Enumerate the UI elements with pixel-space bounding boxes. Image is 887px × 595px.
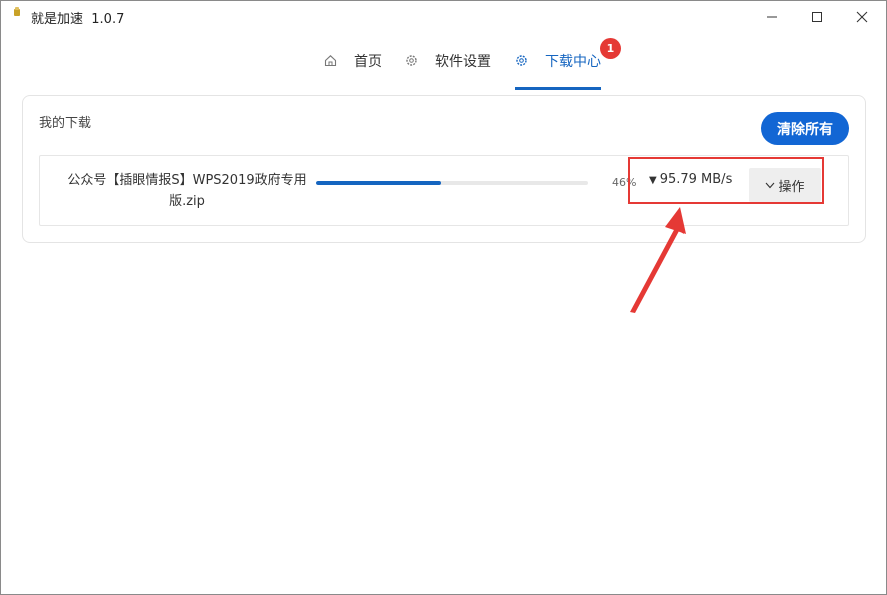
minimize-icon [767, 16, 777, 18]
tab-settings-label: 软件设置 [435, 54, 491, 70]
panel-title: 我的下载 [39, 116, 92, 131]
window-title: 就是加速 1.0.7 [31, 8, 124, 27]
app-icon [14, 7, 20, 16]
app-version: 1.0.7 [91, 12, 125, 27]
tab-home[interactable]: 首页 [324, 51, 382, 91]
progress-fill [316, 181, 442, 185]
tab-downloads[interactable]: 下载中心 [515, 51, 601, 91]
app-window: 就是加速 1.0.7 首页 软件设置 下载中心 1 我的下载 清除所有 公众号【… [0, 0, 887, 595]
tab-settings[interactable]: 软件设置 [405, 51, 491, 91]
tab-bar: 首页 软件设置 下载中心 [1, 41, 886, 91]
tab-downloads-label: 下载中心 [545, 54, 601, 70]
annotation-arrow-icon [630, 207, 686, 313]
file-name: 公众号【插眼情报S】WPS2019政府专用 版.zip [50, 170, 324, 212]
gear-icon [516, 55, 527, 66]
active-tab-indicator [515, 87, 601, 90]
maximize-icon [812, 12, 822, 22]
file-name-line-1: 公众号【插眼情报S】WPS2019政府专用 [67, 173, 307, 188]
gear-icon [406, 55, 417, 66]
tab-home-label: 首页 [354, 54, 382, 70]
annotation-highlight-box [628, 157, 824, 204]
close-button[interactable] [840, 1, 884, 33]
file-name-line-2: 版.zip [169, 194, 205, 209]
home-icon [324, 55, 337, 67]
notification-badge: 1 [600, 38, 621, 59]
close-icon [856, 11, 868, 23]
title-bar: 就是加速 1.0.7 [1, 1, 886, 33]
minimize-button[interactable] [750, 1, 794, 33]
maximize-button[interactable] [795, 1, 839, 33]
progress-bar [316, 181, 588, 185]
app-name: 就是加速 [31, 12, 84, 27]
clear-all-button[interactable]: 清除所有 [761, 112, 849, 145]
